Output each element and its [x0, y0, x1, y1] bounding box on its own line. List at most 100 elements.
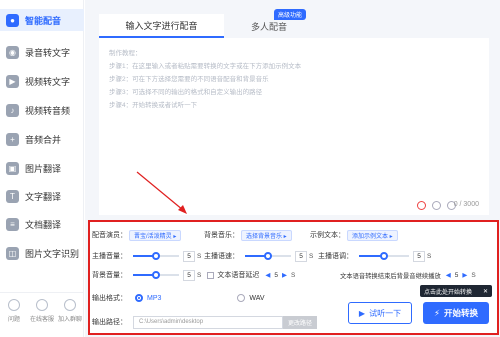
bg-volume-label: 背景音量： — [92, 272, 127, 279]
start-convert-label: 开始转换 — [443, 308, 478, 318]
pitch-value[interactable]: 5 — [413, 250, 425, 262]
speed-label: 主播语速： — [204, 253, 239, 260]
volume-slider-knob[interactable] — [152, 252, 160, 260]
delay-increase-icon[interactable]: ▶ — [282, 271, 287, 279]
speed-row: 主播语速： 5 S — [204, 249, 313, 263]
bg-volume-value[interactable]: 5 — [183, 269, 195, 281]
group-label: 加入群聊 — [57, 317, 82, 323]
settings-panel: 配音演员： 晋宝/活泼精灵 ▸ 背景音乐： 选择背景音乐 ▸ 示例文本： 添加示… — [88, 220, 499, 335]
group-icon — [64, 299, 76, 311]
pitch-slider-knob[interactable] — [380, 252, 388, 260]
delay-unit: S — [290, 271, 296, 279]
sidebar-item-label: 录音转文字 — [25, 47, 71, 58]
volume-slider[interactable] — [133, 252, 179, 260]
clear-icon[interactable] — [417, 201, 426, 210]
recording-icon: ◉ — [6, 45, 19, 59]
loop-value: 5 — [454, 271, 459, 279]
sidebar-item-text-translate[interactable]: T 文字翻译 — [0, 185, 84, 207]
mp3-radio[interactable] — [135, 294, 143, 302]
speed-slider-knob[interactable] — [264, 252, 272, 260]
sample-selector[interactable]: 添加示例文本 ▸ — [347, 229, 398, 241]
delay-decrease-icon[interactable]: ◀ — [265, 271, 270, 279]
sidebar-item-audio-merge[interactable]: + 音频合并 — [0, 128, 84, 150]
sidebar-item-label: 文字翻译 — [25, 191, 62, 202]
sidebar-item-ocr[interactable]: ◫ 图片文字识别 — [0, 242, 84, 264]
delay-stepper[interactable]: ◀ 5 ▶ — [263, 271, 289, 280]
bg-volume-slider-knob[interactable] — [152, 271, 160, 279]
start-tooltip: 点击此处开始转换 ✕ — [420, 285, 492, 297]
delay-label: 文本语音延迟 — [217, 272, 260, 279]
doc-translate-icon: ≡ — [6, 217, 19, 231]
voice-label: 配音演员： — [92, 232, 127, 239]
tutorial-line: 步骤1：在这里输入或者粘贴需要转换的文字或在下方添加示例文本 — [109, 63, 302, 70]
speed-value[interactable]: 5 — [295, 250, 307, 262]
audio-merge-icon: + — [6, 132, 19, 146]
volume-label: 主播音量： — [92, 253, 127, 260]
start-convert-button[interactable]: ⚡ 开始转换 — [423, 302, 489, 324]
start-tooltip-text: 点击此处开始转换 — [424, 289, 473, 296]
format-label: 输出格式： — [92, 295, 127, 302]
sidebar-item-smart-dubbing[interactable]: ● 智能配音 — [0, 9, 84, 31]
sidebar-item-recording-to-text[interactable]: ◉ 录音转文字 — [0, 41, 84, 63]
sample-row: 示例文本： 添加示例文本 ▸ — [310, 228, 398, 242]
speed-unit: S — [309, 252, 314, 260]
bgm-row: 背景音乐： 选择背景音乐 ▸ — [204, 228, 292, 242]
pro-badge: 高级功能 — [274, 9, 307, 20]
wav-label: WAV — [249, 294, 265, 302]
tutorial-line: 步骤4：开始转换或者试听一下 — [109, 102, 198, 109]
tutorial-line: 步骤3：可选择不同的输出的格式和自定义输出的路径 — [109, 89, 263, 96]
join-group-button[interactable]: 加入群聊 — [57, 299, 83, 323]
sidebar-item-label: 视频转文字 — [25, 76, 71, 87]
bg-loop-label: 文本语音转换结束后背景音继续播放 — [340, 272, 441, 280]
sidebar-item-label: 智能配音 — [25, 15, 62, 26]
image-translate-icon: ▣ — [6, 161, 19, 175]
history-icon[interactable] — [432, 201, 441, 210]
preview-listen-button[interactable]: ▶ 试听一下 — [348, 302, 412, 324]
format-row: 输出格式： MP3 WAV — [92, 291, 265, 305]
speed-slider[interactable] — [245, 252, 291, 260]
bg-volume-slider[interactable] — [133, 271, 179, 279]
sidebar-item-label: 图片翻译 — [25, 163, 62, 174]
change-path-button[interactable]: 更改路径 — [283, 315, 317, 329]
text-translate-icon: T — [6, 189, 19, 203]
pitch-unit: S — [427, 252, 432, 260]
video-text-icon: ▶ — [6, 74, 19, 88]
sample-label: 示例文本： — [310, 232, 345, 239]
close-icon[interactable]: ✕ — [483, 288, 488, 295]
sidebar-item-doc-translate[interactable]: ≡ 文档翻译 — [0, 213, 84, 235]
tab-text-dubbing[interactable]: 输入文字进行配音 — [99, 14, 224, 38]
sidebar-item-video-to-text[interactable]: ▶ 视频转文字 — [0, 70, 84, 92]
preview-listen-label: 试听一下 — [369, 308, 402, 318]
sidebar: ● 智能配音 ◉ 录音转文字 ▶ 视频转文字 ♪ 视频转音频 + 音频合并 ▣ … — [0, 0, 84, 337]
sidebar-item-video-to-audio[interactable]: ♪ 视频转音频 — [0, 99, 84, 121]
tutorial-line: 步骤2：可在下方选择您需要的不同语音配音和背景音乐 — [109, 76, 269, 83]
sidebar-item-image-translate[interactable]: ▣ 图片翻译 — [0, 157, 84, 179]
bg-volume-unit: S — [197, 271, 202, 279]
question-button[interactable]: 问题 — [1, 299, 27, 323]
bgm-label: 背景音乐： — [204, 232, 239, 239]
sidebar-item-label: 视频转音频 — [25, 105, 71, 116]
tutorial-line: 制作教程： — [109, 50, 142, 57]
loop-unit: S — [471, 271, 476, 279]
pitch-slider[interactable] — [359, 252, 409, 260]
sidebar-item-label: 文档翻译 — [25, 219, 62, 230]
annotation-arrow — [136, 171, 187, 214]
service-icon — [36, 299, 48, 311]
volume-value[interactable]: 5 — [183, 250, 195, 262]
online-service-button[interactable]: 在线客服 — [29, 299, 55, 323]
bgm-selector[interactable]: 选择背景音乐 ▸ — [241, 229, 292, 241]
sidebar-item-label: 图片文字识别 — [25, 248, 80, 259]
wav-radio[interactable] — [237, 294, 246, 302]
bg-loop-row: 文本语音转换结束后背景音继续播放 ◀ 5 ▶ S — [340, 268, 476, 282]
tab-bar: 输入文字进行配音 多人配音 高级功能 — [99, 9, 489, 38]
path-row: 输出路径： C:\Users\admin\desktop 更改路径 — [92, 315, 317, 329]
microphone-icon: ● — [6, 13, 19, 27]
loop-stepper[interactable]: ◀ 5 ▶ — [444, 271, 470, 280]
delay-checkbox[interactable] — [207, 271, 215, 279]
voice-selector[interactable]: 晋宝/活泼精灵 ▸ — [129, 229, 182, 241]
output-path-input[interactable]: C:\Users\admin\desktop — [133, 315, 283, 329]
loop-decrease-icon[interactable]: ◀ — [446, 271, 451, 279]
play-icon: ▶ — [358, 308, 366, 318]
loop-increase-icon[interactable]: ▶ — [462, 271, 467, 279]
service-label: 在线客服 — [29, 317, 54, 323]
